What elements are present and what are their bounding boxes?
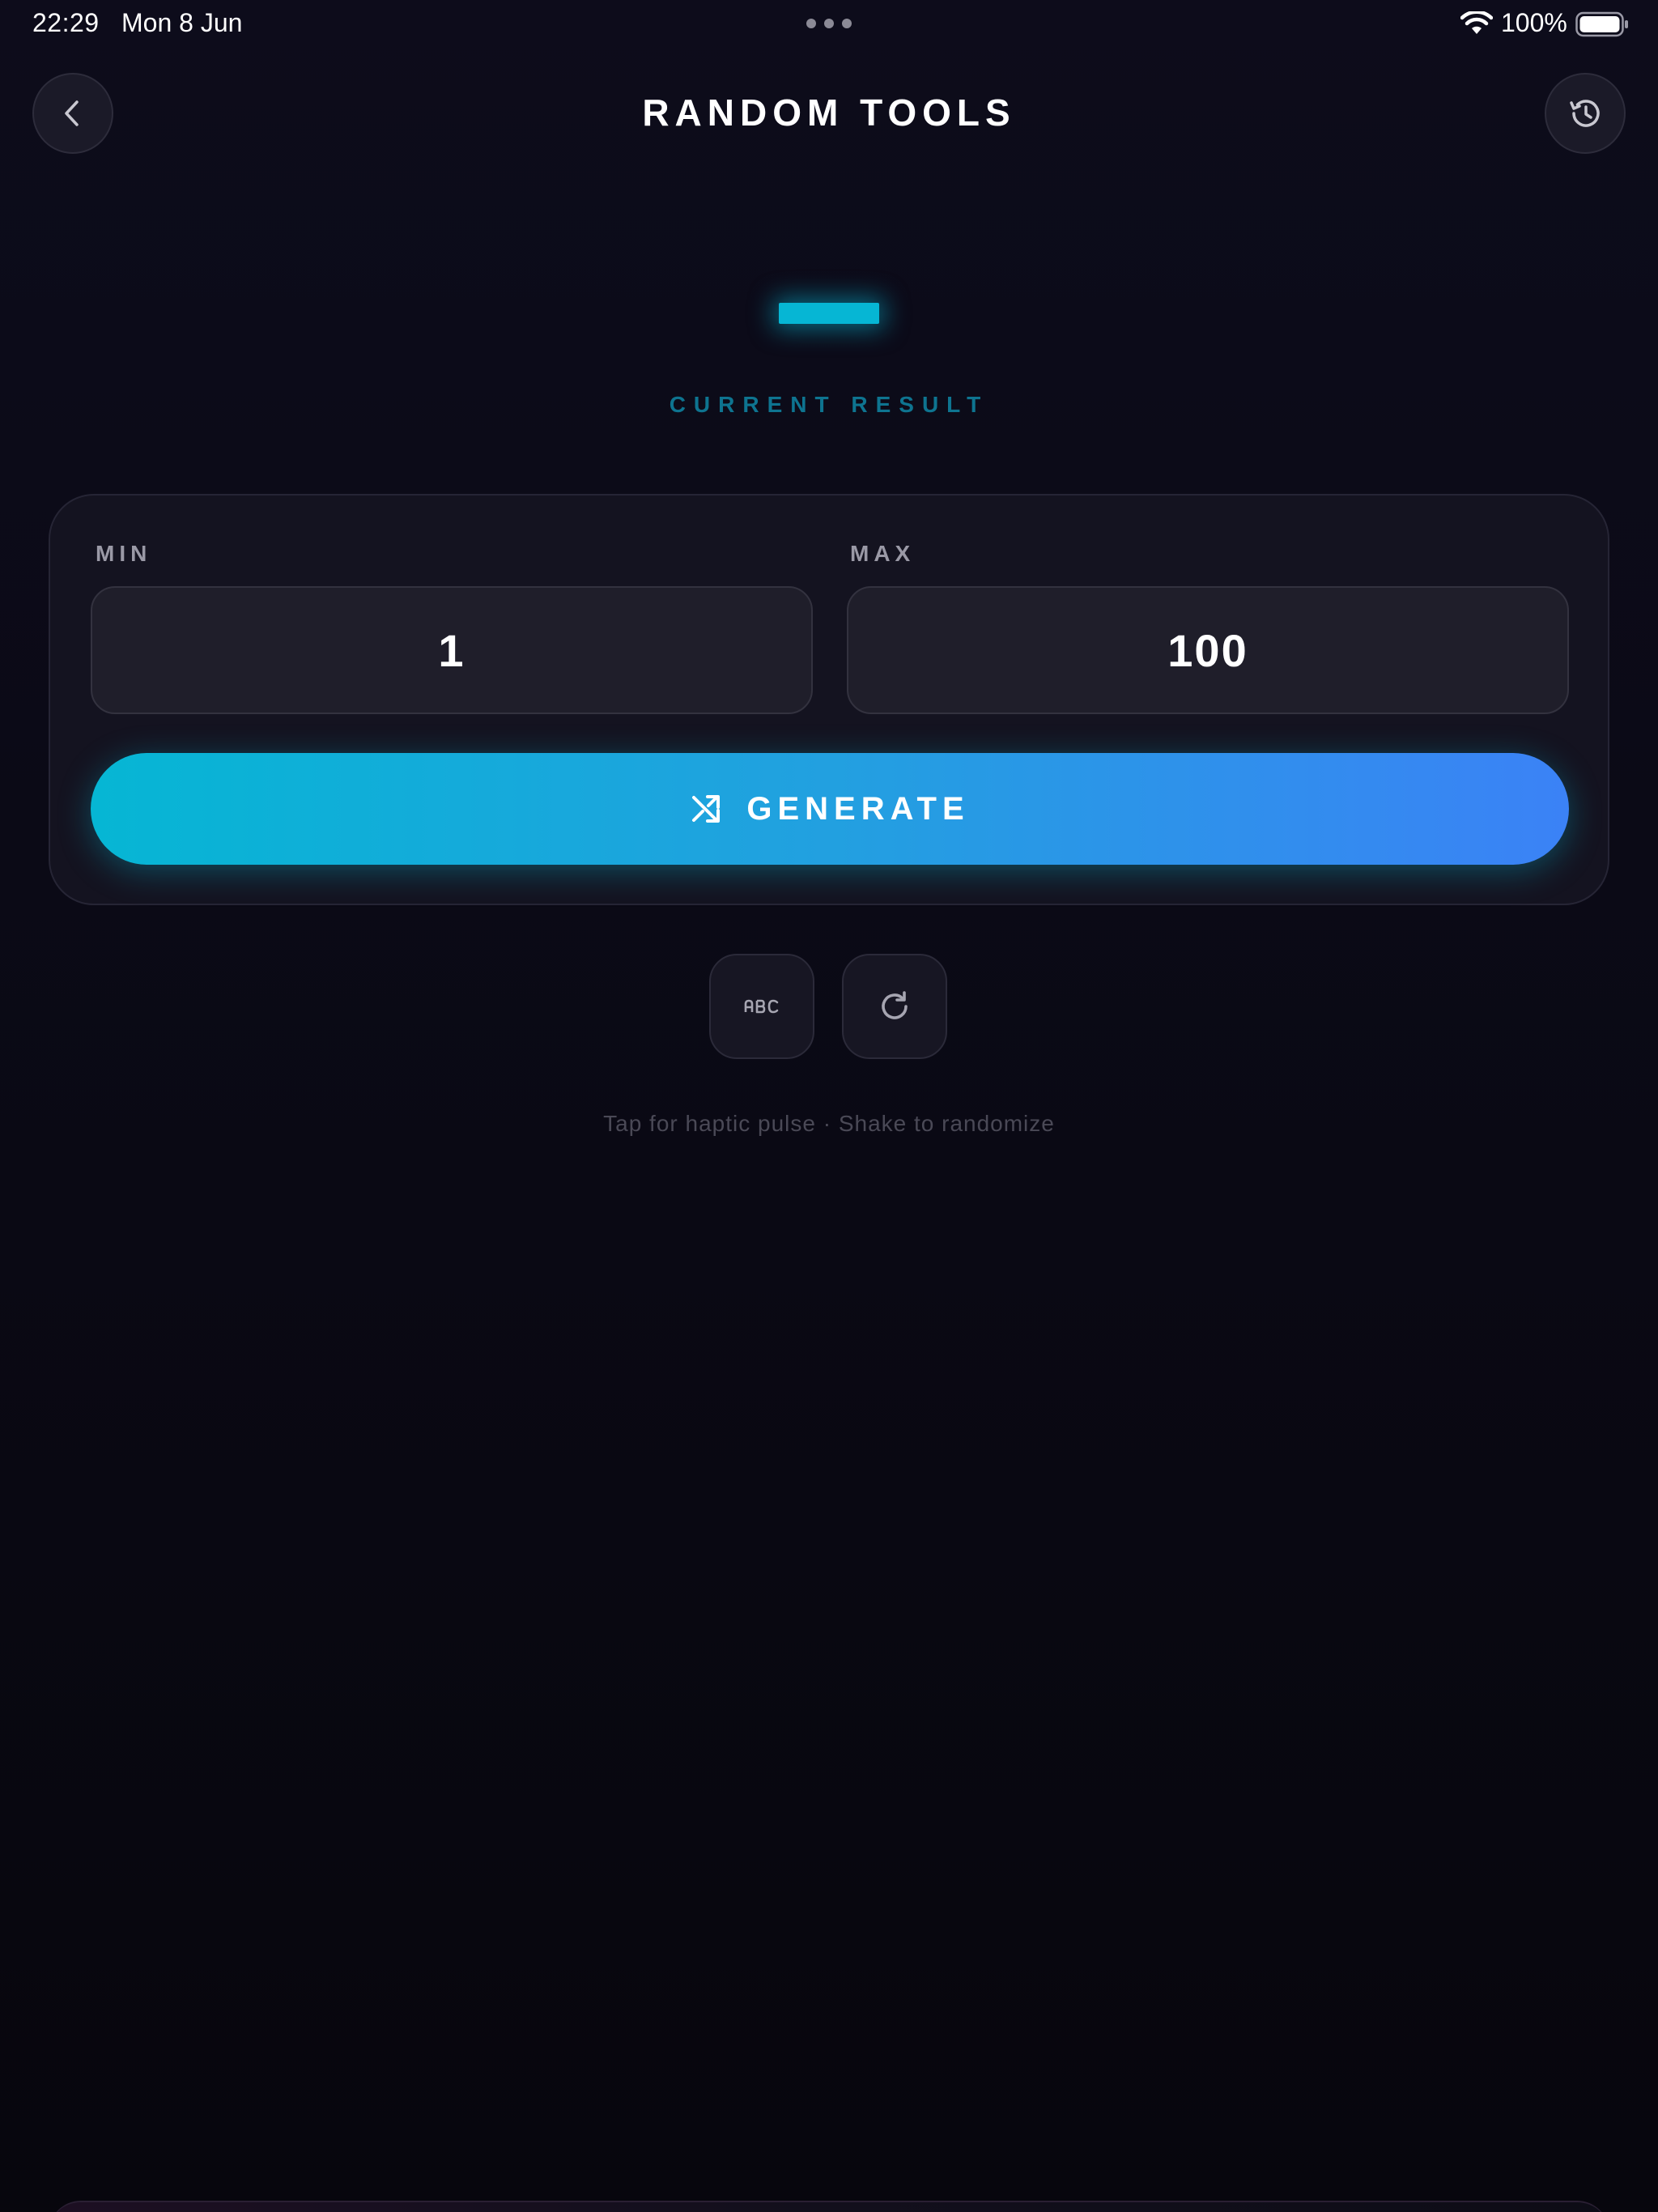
generate-button[interactable]: GENERATE [91, 753, 1569, 865]
battery-icon [1575, 11, 1628, 37]
multitasking-dots-icon[interactable] [806, 18, 852, 29]
reset-button[interactable] [842, 954, 947, 1059]
battery-percentage: 100% [1501, 8, 1567, 37]
max-label: MAX [850, 541, 916, 566]
generate-label: GENERATE [746, 790, 970, 827]
range-card: MIN MAX 1 100 GENERATE [49, 494, 1609, 905]
history-button[interactable] [1545, 73, 1626, 154]
status-time: 22:29 [32, 8, 100, 37]
page-title: RANDOM TOOLS [642, 91, 1016, 134]
bottom-sheet-handle[interactable] [49, 2201, 1609, 2212]
abc-button[interactable] [709, 954, 814, 1059]
wifi-icon [1460, 11, 1493, 34]
abc-icon [744, 999, 779, 1014]
status-bar: 22:29 Mon 8 Jun 100% [0, 0, 1658, 49]
max-input[interactable]: 100 [847, 586, 1569, 714]
result-label: CURRENT RESULT [669, 392, 989, 417]
result-value-placeholder [779, 303, 879, 324]
hint-text: Tap for haptic pulse · Shake to randomiz… [603, 1111, 1055, 1136]
shuffle-icon [692, 795, 721, 823]
status-date: Mon 8 Jun [121, 8, 243, 37]
history-icon [1570, 100, 1600, 127]
min-input[interactable]: 1 [91, 586, 813, 714]
reset-icon [882, 991, 908, 1019]
min-label: MIN [96, 541, 152, 566]
